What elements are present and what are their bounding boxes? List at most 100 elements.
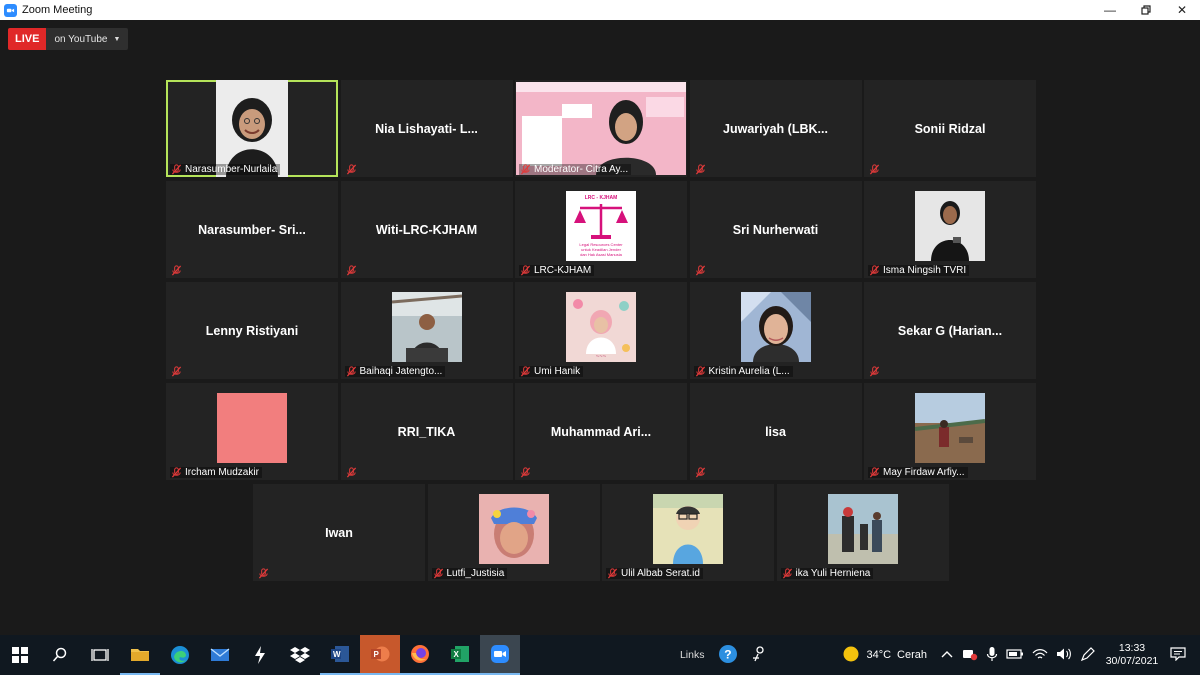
participant-status <box>519 467 534 478</box>
zoom-taskbar-icon[interactable] <box>480 635 520 675</box>
participant-tile[interactable]: Isma Ningsih TVRI <box>864 181 1036 278</box>
participant-tile[interactable]: Kristin Aurelia (L... <box>689 282 862 379</box>
maximize-button[interactable] <box>1128 0 1164 20</box>
participant-tile[interactable]: ika Yuli Herniena <box>776 484 949 581</box>
participant-status <box>345 265 360 276</box>
muted-mic-icon <box>782 568 793 579</box>
participant-tile[interactable]: RRI_TIKA <box>340 383 513 480</box>
muted-mic-icon <box>346 265 357 276</box>
participant-name: Nia Lishayati- L... <box>375 121 478 136</box>
network-icon[interactable] <box>1032 647 1048 664</box>
participant-name: Lutfi_Justisia <box>446 568 505 579</box>
system-clock[interactable]: 13:33 30/07/2021 <box>1102 642 1162 668</box>
participant-name: Isma Ningsih TVRI <box>883 265 967 276</box>
muted-mic-icon <box>346 467 357 478</box>
volume-icon[interactable] <box>1056 647 1072 664</box>
clock-time: 13:33 <box>1118 642 1146 654</box>
restore-icon <box>1141 5 1151 15</box>
participant-tile[interactable]: LRC - KJHAM Legal Resources Center untuk K… <box>515 181 687 278</box>
participant-name: Witi-LRC-KJHAM <box>375 222 478 237</box>
participant-name: Ircham Mudzakir <box>185 467 259 478</box>
participant-tile[interactable]: Lenny Ristiyani <box>166 282 338 379</box>
participant-tile[interactable]: Sri Nurherwati <box>689 181 862 278</box>
chevron-up-icon[interactable] <box>941 649 953 661</box>
participant-status <box>345 467 360 478</box>
participant-tile[interactable]: Witi-LRC-KJHAM <box>340 181 513 278</box>
start-windows-icon[interactable] <box>0 635 40 675</box>
participant-tile[interactable]: May Firdaw Arfiy... <box>864 383 1036 480</box>
participant-name: Baihaqi Jatengto... <box>359 366 443 377</box>
pen-icon[interactable] <box>1080 646 1096 665</box>
microphone-icon[interactable] <box>986 646 998 665</box>
participant-tile[interactable]: Ircham Mudzakir <box>166 383 338 480</box>
weather-temperature[interactable]: 34°C <box>866 649 891 661</box>
participant-tile[interactable]: Lutfi_Justisia <box>427 484 600 581</box>
muted-mic-icon <box>869 366 880 377</box>
edge-browser-icon[interactable] <box>160 635 200 675</box>
participant-tile[interactable]: ~~~ Umi Hanik <box>515 282 687 379</box>
muted-mic-icon <box>258 568 269 579</box>
muted-mic-icon <box>346 366 357 377</box>
participant-status <box>170 265 185 276</box>
word-icon[interactable]: W <box>320 635 360 675</box>
task-view-icon[interactable] <box>80 635 120 675</box>
participant-tile[interactable]: Sonii Ridzal <box>864 80 1036 177</box>
participant-tile[interactable]: Narasumber- Sri... <box>166 181 338 278</box>
weather-sun-icon[interactable] <box>842 645 860 666</box>
system-tray: Links ? 34°C Cerah 13:33 30/07/2021 <box>680 635 1200 675</box>
svg-text:?: ? <box>725 647 732 661</box>
svg-text:X: X <box>454 650 460 659</box>
participant-tile[interactable]: Ulil Albab Serat.id <box>602 484 774 581</box>
muted-mic-icon <box>869 164 880 175</box>
participant-tile[interactable]: Muhammad Ari... <box>515 383 687 480</box>
live-stream-indicator[interactable]: LIVE on YouTube ▼ <box>8 28 129 50</box>
clock-date: 30/07/2021 <box>1105 655 1159 667</box>
muted-mic-icon <box>520 265 531 276</box>
live-destination-dropdown[interactable]: on YouTube ▼ <box>46 28 129 50</box>
links-toolbar-label[interactable]: Links <box>680 649 705 661</box>
participant-name: Narasumber- Sri... <box>198 222 306 237</box>
excel-icon[interactable]: X <box>440 635 480 675</box>
help-icon[interactable]: ? <box>718 644 738 667</box>
mail-icon[interactable] <box>200 635 240 675</box>
participant-tile[interactable]: Sekar G (Harian... <box>864 282 1036 379</box>
weather-condition[interactable]: Cerah <box>897 649 927 661</box>
minimize-button[interactable]: — <box>1092 0 1128 20</box>
participant-status <box>345 164 360 175</box>
participant-status <box>694 265 709 276</box>
close-button[interactable]: ✕ <box>1164 0 1200 20</box>
participant-name: Kristin Aurelia (L... <box>708 366 790 377</box>
participant-status <box>694 164 709 175</box>
participant-name-label: LRC-KJHAM <box>519 265 595 276</box>
participant-tile[interactable]: Nia Lishayati- L... <box>340 80 513 177</box>
participant-tile[interactable]: Moderator- Citra Ay... <box>515 80 687 177</box>
participant-tile[interactable]: Juwariyah (LBK... <box>689 80 862 177</box>
live-badge: LIVE <box>8 28 47 50</box>
participant-name: Umi Hanik <box>534 366 581 377</box>
svg-text:~~~: ~~~ <box>596 354 607 360</box>
meet-now-icon[interactable] <box>962 647 978 664</box>
participant-name: ika Yuli Herniena <box>795 568 871 579</box>
meeting-stage: LIVE on YouTube ▼ Narasumber-Nurlaila Nia… <box>0 20 1200 635</box>
battery-icon[interactable] <box>1006 648 1024 662</box>
powerpoint-icon[interactable]: P <box>360 635 400 675</box>
lightning-app-icon[interactable] <box>240 635 280 675</box>
muted-mic-icon <box>346 164 357 175</box>
notification-icon[interactable] <box>1170 646 1186 664</box>
muted-mic-icon <box>695 467 706 478</box>
search-icon[interactable] <box>40 635 80 675</box>
participant-status <box>257 568 272 579</box>
muted-mic-icon <box>520 366 531 377</box>
firefox-icon[interactable] <box>400 635 440 675</box>
people-icon[interactable] <box>752 645 766 665</box>
participant-tile[interactable]: Baihaqi Jatengto... <box>340 282 513 379</box>
dropbox-icon[interactable] <box>280 635 320 675</box>
participant-name-label: Isma Ningsih TVRI <box>868 265 970 276</box>
file-explorer-icon[interactable] <box>120 635 160 675</box>
participant-tile[interactable]: Narasumber-Nurlaila <box>166 80 338 177</box>
participant-tile[interactable]: Iwan <box>253 484 425 581</box>
muted-mic-icon <box>520 164 531 175</box>
participant-name-label: May Firdaw Arfiy... <box>868 467 968 478</box>
participant-name: lisa <box>765 424 786 439</box>
participant-tile[interactable]: lisa <box>689 383 862 480</box>
